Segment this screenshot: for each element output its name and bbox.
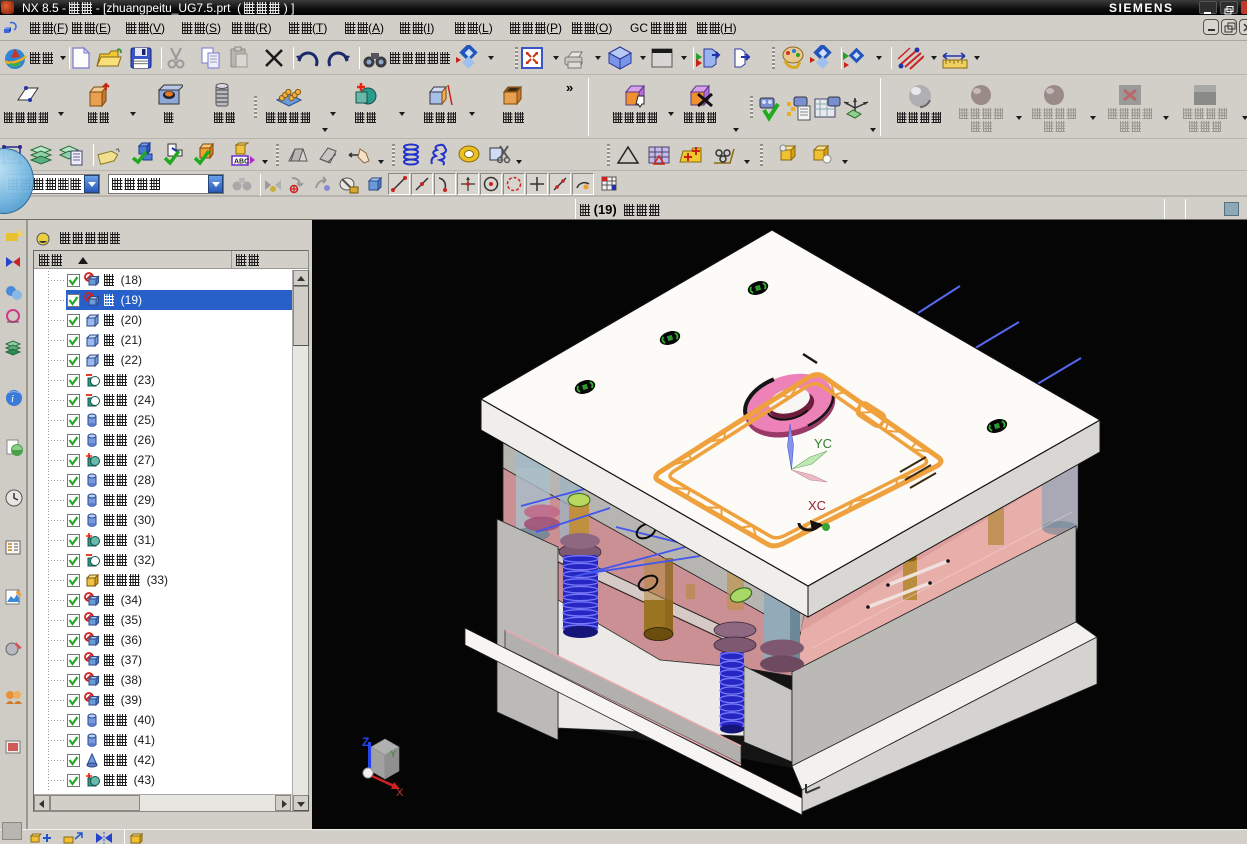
svg-text:Y: Y [390,749,396,759]
svg-text:XC: XC [808,498,826,513]
svg-text:YC: YC [814,436,832,451]
svg-text:Z: Z [362,735,369,749]
svg-text:ABC: ABC [234,159,249,166]
svg-text:i: i [11,393,14,405]
svg-text:X: X [396,787,404,799]
